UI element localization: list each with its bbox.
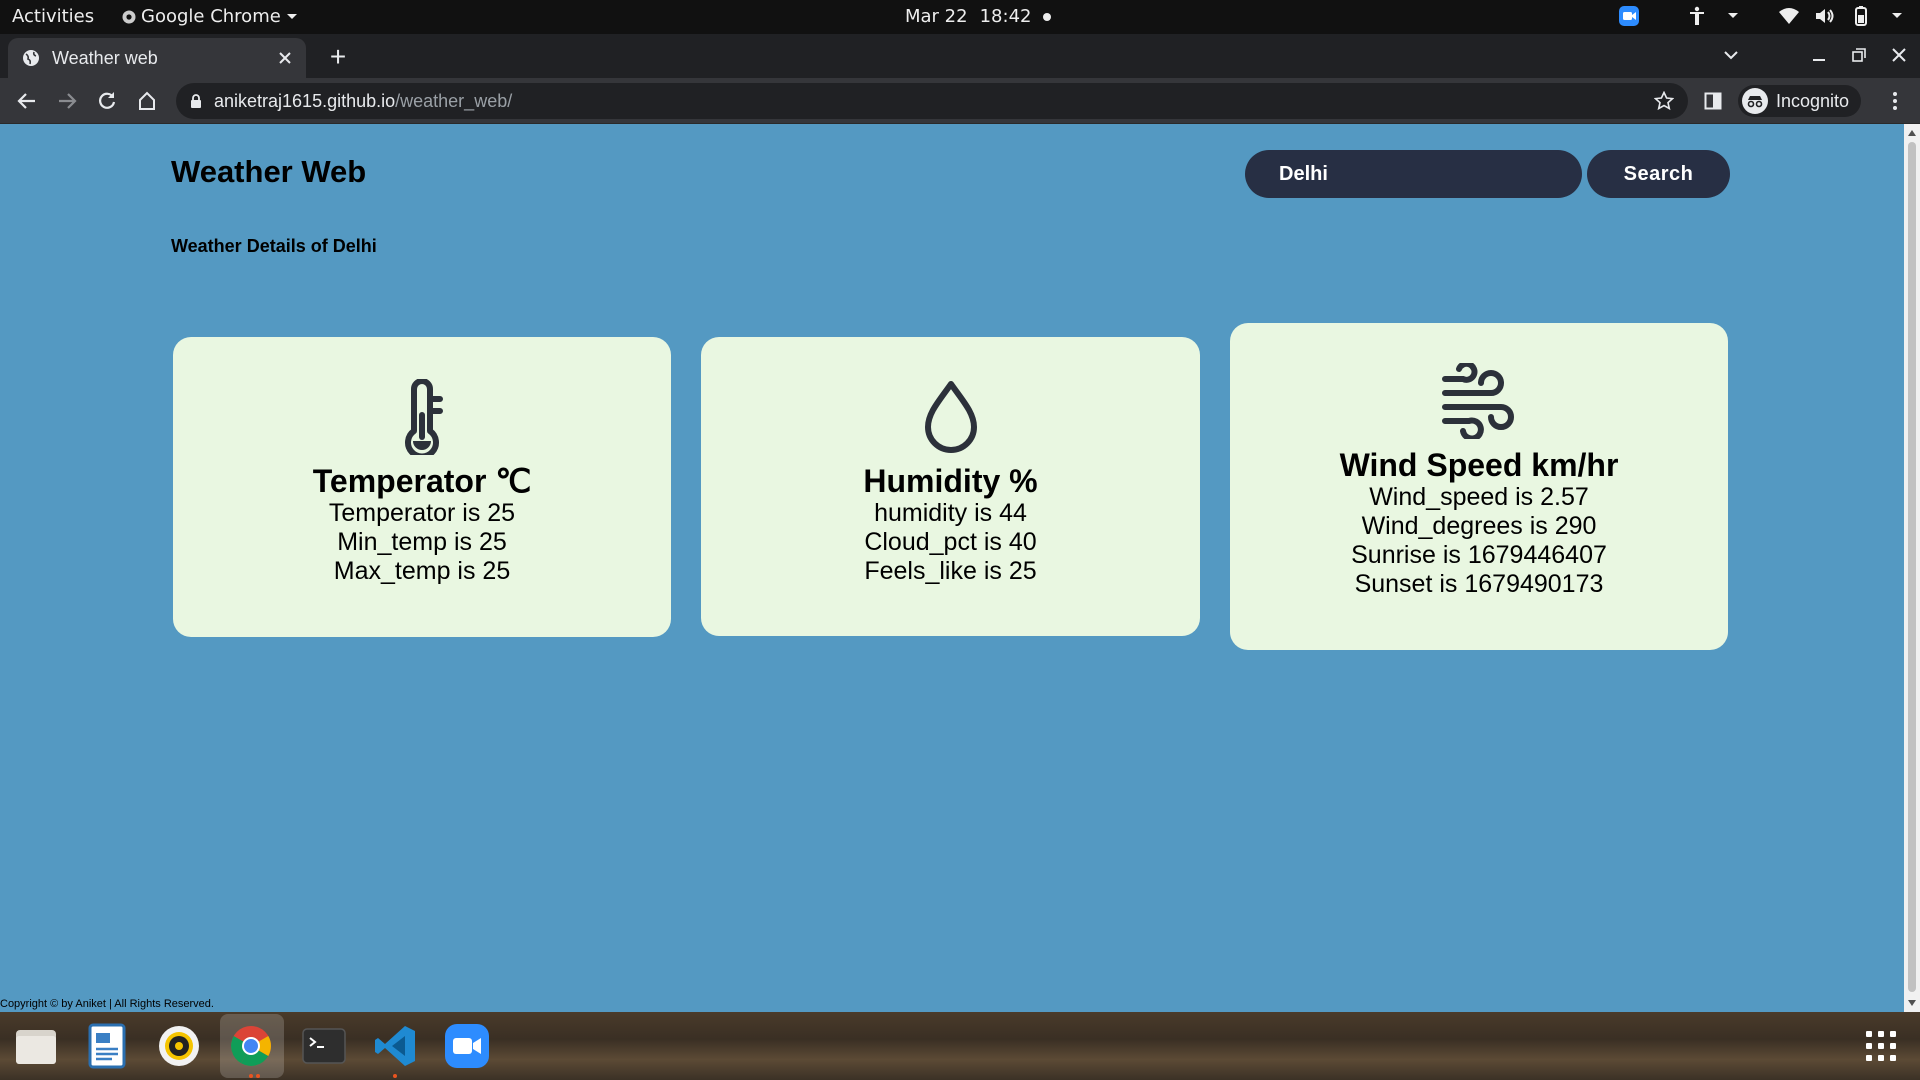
site-title: Weather Web [171, 154, 367, 189]
sunset-value: Sunset is 1679490173 [1354, 570, 1604, 598]
feels-like-value: Feels_like is 25 [864, 557, 1037, 585]
zoom-tray-icon[interactable] [1618, 5, 1640, 27]
tab-strip: Weather web + [0, 34, 1920, 78]
close-icon[interactable] [278, 51, 292, 65]
min-temp-value: Min_temp is 25 [337, 528, 507, 556]
wind-card: Wind Speed km/hr Wind_speed is 2.57 Wind… [1230, 323, 1728, 650]
humidity-card: Humidity % humidity is 44 Cloud_pct is 4… [701, 337, 1200, 636]
tab-title: Weather web [52, 47, 158, 68]
app-menu[interactable]: Google Chrome [122, 6, 298, 27]
wind-speed-value: Wind_speed is 2.57 [1369, 483, 1589, 511]
wind-degrees-value: Wind_degrees is 290 [1361, 512, 1597, 540]
clock-date: Mar 22 [905, 6, 968, 27]
wind-card-title: Wind Speed km/hr [1339, 447, 1619, 483]
reload-icon[interactable] [92, 86, 122, 116]
cloud-pct-value: Cloud_pct is 40 [864, 528, 1037, 556]
rhythmbox-icon[interactable] [153, 1020, 205, 1072]
minimize-icon[interactable] [1808, 42, 1830, 68]
incognito-label: Incognito [1776, 90, 1850, 111]
globe-icon [23, 50, 39, 66]
forward-icon[interactable] [52, 86, 82, 116]
show-apps-grid-icon[interactable] [1866, 1031, 1896, 1061]
clock-time: 18:42 [979, 6, 1032, 27]
lock-icon [191, 94, 201, 108]
scroll-up-arrow-icon[interactable] [1908, 130, 1916, 136]
temperature-value: Temperator is 25 [328, 499, 516, 527]
page-scrollbar[interactable] [1904, 124, 1920, 1012]
tab-search-icon[interactable] [1720, 42, 1742, 68]
max-temp-value: Max_temp is 25 [333, 557, 511, 585]
weather-details-heading: Weather Details of Delhi [171, 236, 377, 256]
chrome-small-icon [122, 10, 136, 23]
city-search-input[interactable] [1245, 150, 1582, 198]
url-host: aniketraj1615.github.io [214, 90, 396, 111]
battery-icon[interactable] [1850, 5, 1872, 27]
scroll-down-arrow-icon[interactable] [1908, 1000, 1916, 1006]
volume-icon[interactable] [1814, 5, 1836, 27]
incognito-icon [1742, 88, 1768, 114]
incognito-indicator[interactable]: Incognito [1738, 85, 1862, 117]
thermometer-icon [405, 379, 443, 455]
address-bar[interactable]: aniketraj1615.github.io/weather_web/ [176, 83, 1688, 119]
notification-dot [1043, 12, 1052, 21]
files-icon[interactable] [10, 1020, 62, 1072]
restore-icon[interactable] [1848, 42, 1870, 68]
temperature-card-title: Temperator ℃ [312, 463, 532, 499]
sunrise-value: Sunrise is 1679446407 [1351, 541, 1607, 569]
dock [0, 1012, 1920, 1080]
vscode-icon[interactable] [369, 1020, 421, 1072]
search-button[interactable]: Search [1587, 150, 1730, 198]
activities-button[interactable]: Activities [12, 6, 94, 27]
water-drop-icon [924, 381, 977, 453]
web-page: Weather Web Search Weather Details of De… [0, 124, 1904, 1012]
home-icon[interactable] [132, 86, 162, 116]
chevron-down-icon[interactable] [1886, 5, 1908, 27]
close-window-icon[interactable] [1888, 42, 1910, 68]
star-icon[interactable] [1654, 91, 1674, 111]
chrome-icon[interactable] [225, 1020, 277, 1072]
window-controls [1720, 42, 1920, 68]
footer-copyright: Copyright © by Aniket | All Rights Reser… [0, 998, 214, 1010]
text-editor-icon[interactable] [81, 1020, 133, 1072]
wind-icon [1442, 363, 1514, 439]
wifi-icon[interactable] [1778, 5, 1800, 27]
running-indicator [249, 1074, 253, 1078]
side-panel-icon[interactable] [1698, 86, 1728, 116]
url-path: /weather_web/ [395, 90, 513, 111]
running-indicator [393, 1074, 397, 1078]
back-icon[interactable] [12, 86, 42, 116]
clock[interactable]: Mar 22 18:42 [905, 6, 1052, 27]
humidity-value: humidity is 44 [874, 499, 1027, 527]
new-tab-button[interactable]: + [322, 42, 354, 74]
running-indicator [256, 1074, 260, 1078]
humidity-card-title: Humidity % [863, 463, 1038, 499]
temperature-card: Temperator ℃ Temperator is 25 Min_temp i… [173, 337, 671, 637]
system-top-bar: Activities Google Chrome Mar 22 18:42 [0, 0, 1920, 34]
browser-toolbar: aniketraj1615.github.io/weather_web/ Inc… [0, 78, 1920, 124]
system-tray[interactable] [1618, 5, 1908, 27]
zoom-icon[interactable] [441, 1020, 493, 1072]
scrollbar-thumb[interactable] [1908, 142, 1916, 992]
accessibility-icon[interactable] [1686, 5, 1708, 27]
menu-icon[interactable] [1880, 86, 1910, 116]
tab-weather-web[interactable]: Weather web [8, 38, 306, 78]
chevron-down-icon [286, 13, 297, 19]
app-menu-label: Google Chrome [141, 6, 281, 27]
chevron-down-icon[interactable] [1722, 5, 1744, 27]
terminal-icon[interactable] [298, 1020, 350, 1072]
